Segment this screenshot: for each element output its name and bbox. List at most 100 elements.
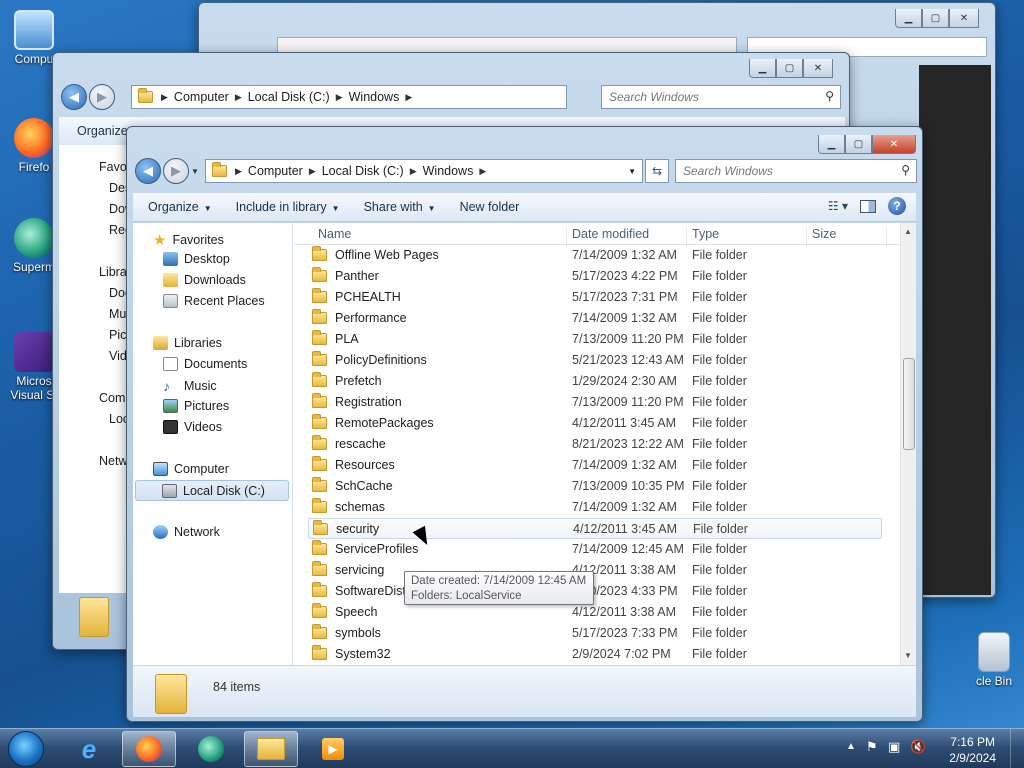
close-button[interactable]: ✕ bbox=[803, 59, 833, 78]
file-row[interactable]: servicing 4/12/2011 3:38 AM File folder bbox=[308, 560, 882, 581]
file-row[interactable]: PolicyDefinitions 5/21/2023 12:43 AM File … bbox=[308, 350, 882, 371]
nav-downloads[interactable]: Downloads bbox=[163, 273, 246, 287]
close-button[interactable]: ✕ bbox=[949, 9, 979, 28]
file-row[interactable]: System32 2/9/2024 7:02 PM File folder bbox=[308, 644, 882, 665]
breadcrumb-windows[interactable]: Windows bbox=[349, 90, 400, 104]
clock[interactable]: 7:16 PM 2/9/2024 bbox=[949, 734, 996, 766]
show-hidden-icons-icon[interactable]: ▲ bbox=[846, 741, 856, 752]
file-row[interactable]: Resources 7/14/2009 1:32 AM File folder bbox=[308, 455, 882, 476]
help-icon[interactable]: ? bbox=[888, 197, 906, 215]
file-row[interactable]: PLA 7/13/2009 11:20 PM File folder bbox=[308, 329, 882, 350]
file-row[interactable]: Prefetch 1/29/2024 2:30 AM File folder bbox=[308, 371, 882, 392]
recent-pages-dropdown[interactable]: ▼ bbox=[191, 167, 199, 176]
breadcrumb-local-disk[interactable]: Local Disk (C:) bbox=[248, 90, 330, 104]
breadcrumb-windows[interactable]: Windows bbox=[423, 164, 474, 178]
column-date-modified[interactable]: Date modified bbox=[572, 227, 649, 241]
nav-videos[interactable]: Videos bbox=[163, 420, 222, 434]
file-row[interactable]: Offline Web Pages 7/14/2009 1:32 AM File f… bbox=[308, 245, 882, 266]
minimize-button[interactable]: ▁ bbox=[895, 9, 922, 28]
refresh-button[interactable]: ⇆ bbox=[645, 159, 669, 183]
nav-network[interactable]: Network bbox=[153, 525, 220, 539]
nav-videos[interactable]: Vid bbox=[109, 349, 127, 363]
nav-favorites[interactable]: ★ Favorites bbox=[153, 231, 224, 249]
nav-favorites[interactable]: Favo bbox=[99, 160, 127, 174]
file-row[interactable]: schemas 7/14/2009 1:32 AM File folder bbox=[308, 497, 882, 518]
file-name-label: Panther bbox=[335, 269, 379, 283]
share-with-button[interactable]: Share with ▼ bbox=[355, 200, 445, 214]
show-desktop-button[interactable] bbox=[1010, 729, 1024, 768]
file-row[interactable]: Performance 7/14/2009 1:32 AM File folder bbox=[308, 308, 882, 329]
organize-button[interactable]: Organize bbox=[77, 124, 128, 138]
file-date: 7/14/2009 1:32 AM bbox=[572, 248, 677, 262]
nav-documents[interactable]: Documents bbox=[163, 357, 247, 371]
breadcrumb-local-disk[interactable]: Local Disk (C:) bbox=[322, 164, 404, 178]
file-row[interactable]: Registration 7/13/2009 11:20 PM File folde… bbox=[308, 392, 882, 413]
include-in-library-button[interactable]: Include in library ▼ bbox=[227, 200, 349, 214]
file-row[interactable]: Panther 5/17/2023 4:22 PM File folder bbox=[308, 266, 882, 287]
address-bar[interactable]: ▶ Computer ▶ Local Disk (C:) ▶ Windows ▶… bbox=[205, 159, 643, 183]
vertical-scrollbar[interactable]: ▲ ▼ bbox=[900, 223, 916, 665]
taskbar-firefox[interactable] bbox=[122, 731, 176, 767]
nav-pictures[interactable]: Pictures bbox=[163, 399, 229, 413]
nav-computer[interactable]: Com bbox=[99, 391, 125, 405]
file-row[interactable]: security 4/12/2011 3:45 AM File folder bbox=[308, 518, 882, 539]
breadcrumb-computer[interactable]: Computer bbox=[248, 164, 303, 178]
taskbar-media-player[interactable]: ▶ bbox=[306, 731, 360, 767]
column-size[interactable]: Size bbox=[812, 227, 836, 241]
search-input[interactable]: Search Windows ⚲ bbox=[601, 85, 841, 109]
file-row[interactable]: Speech 4/12/2011 3:38 AM File folder bbox=[308, 602, 882, 623]
file-row[interactable]: PCHEALTH 5/17/2023 7:31 PM File folder bbox=[308, 287, 882, 308]
address-bar[interactable]: ▶ Computer ▶ Local Disk (C:) ▶ Windows ▶ bbox=[131, 85, 567, 109]
file-row[interactable]: SoftwareDistribution 5/20/2023 4:33 PM Fil… bbox=[308, 581, 882, 602]
new-folder-button[interactable]: New folder bbox=[451, 200, 529, 214]
network-tray-icon[interactable]: ▣ bbox=[888, 739, 900, 755]
nav-recent-places[interactable]: Recent Places bbox=[163, 294, 265, 308]
taskbar-internet-explorer[interactable]: e bbox=[62, 731, 116, 767]
nav-libraries[interactable]: Libraries bbox=[153, 336, 222, 350]
maximize-button[interactable]: ▢ bbox=[776, 59, 803, 78]
start-button[interactable] bbox=[8, 731, 44, 767]
column-name[interactable]: Name bbox=[318, 227, 351, 241]
nav-libraries[interactable]: Libra bbox=[99, 265, 127, 279]
nav-music[interactable]: ♪ Music bbox=[163, 378, 217, 394]
volume-muted-icon[interactable]: 🔇 bbox=[910, 739, 926, 755]
column-separator[interactable] bbox=[886, 227, 887, 249]
taskbar-supermium[interactable] bbox=[184, 731, 238, 767]
address-dropdown-icon[interactable]: ▼ bbox=[628, 167, 636, 176]
explorer-window[interactable]: ▁ ▢ ✕ ◀ ▶ ▼ ▶ Computer ▶ Local Disk (C:)… bbox=[126, 126, 923, 722]
organize-button[interactable]: Organize ▼ bbox=[139, 200, 221, 214]
back-button[interactable]: ◀ bbox=[135, 158, 161, 184]
preview-pane-icon[interactable] bbox=[860, 199, 876, 213]
view-options-icon[interactable]: ☷ ▾ bbox=[828, 199, 848, 213]
nav-network[interactable]: Netw bbox=[99, 454, 127, 468]
file-row[interactable]: ServiceProfiles 7/14/2009 12:45 AM File fo… bbox=[308, 539, 882, 560]
close-button[interactable]: ✕ bbox=[872, 135, 916, 154]
scroll-up-arrow[interactable]: ▲ bbox=[904, 227, 912, 236]
nav-local-disk[interactable]: Local Disk (C:) bbox=[135, 480, 289, 501]
nav-music[interactable]: Mu bbox=[109, 307, 126, 321]
minimize-button[interactable]: ▁ bbox=[749, 59, 776, 78]
minimize-button[interactable]: ▁ bbox=[818, 135, 845, 154]
nav-desktop[interactable]: Desktop bbox=[163, 252, 230, 266]
file-type: File folder bbox=[692, 626, 747, 640]
scroll-down-arrow[interactable]: ▼ bbox=[904, 651, 912, 660]
flag-icon[interactable]: ⚑ bbox=[866, 739, 878, 755]
file-row[interactable]: RemotePackages 4/12/2011 3:45 AM File fold… bbox=[308, 413, 882, 434]
file-row[interactable]: symbols 5/17/2023 7:33 PM File folder bbox=[308, 623, 882, 644]
taskbar-explorer[interactable] bbox=[244, 731, 298, 767]
desktop-icon-recycle-bin[interactable]: cle Bin bbox=[962, 632, 1024, 688]
file-name-label: SchCache bbox=[335, 479, 393, 493]
back-button[interactable]: ◀ bbox=[61, 84, 87, 110]
file-row[interactable]: rescache 8/21/2023 12:22 AM File folder bbox=[308, 434, 882, 455]
maximize-button[interactable]: ▢ bbox=[845, 135, 872, 154]
search-input[interactable]: Search Windows ⚲ bbox=[675, 159, 917, 183]
breadcrumb-computer[interactable]: Computer bbox=[174, 90, 229, 104]
nav-computer[interactable]: Computer bbox=[153, 462, 229, 476]
file-row[interactable]: SchCache 7/13/2009 10:35 PM File folder bbox=[308, 476, 882, 497]
forward-button[interactable]: ▶ bbox=[163, 158, 189, 184]
column-type[interactable]: Type bbox=[692, 227, 719, 241]
nav-pictures[interactable]: Pic bbox=[109, 328, 126, 342]
maximize-button[interactable]: ▢ bbox=[922, 9, 949, 28]
scroll-thumb[interactable] bbox=[903, 358, 915, 450]
forward-button[interactable]: ▶ bbox=[89, 84, 115, 110]
